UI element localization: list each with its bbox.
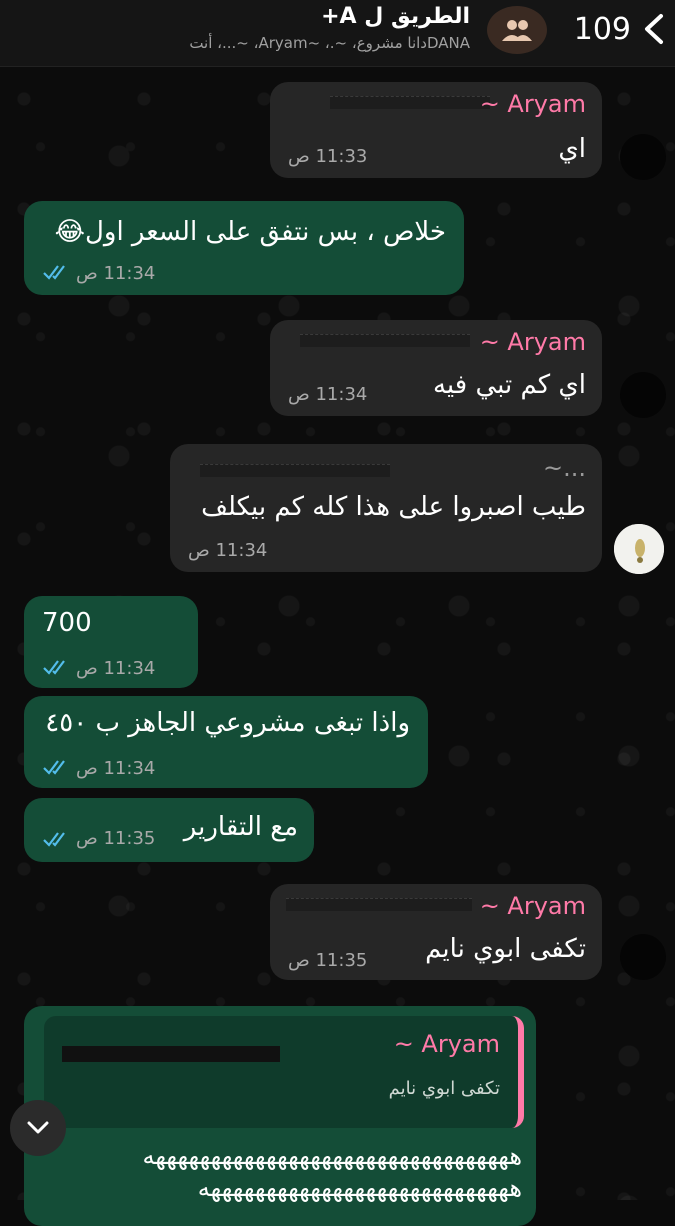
message-bubble[interactable]: خلاص ، بس نتفق على السعر اول😂 11:34 ص bbox=[24, 201, 464, 295]
redacted-phone bbox=[300, 334, 470, 347]
message-text: 700 bbox=[42, 608, 92, 638]
redacted-phone bbox=[62, 1046, 280, 1062]
avatar-photo bbox=[614, 524, 664, 574]
message-time: 11:33 ص bbox=[288, 146, 368, 167]
double-check-icon bbox=[43, 832, 65, 847]
quoted-message[interactable]: ~ Aryam تكفى ابوي نايم bbox=[44, 1016, 524, 1128]
message-time: 11:34 ص bbox=[76, 263, 156, 284]
scroll-to-bottom-button[interactable] bbox=[10, 1100, 66, 1156]
message-bubble[interactable]: ~ Aryam تكفى ابوي نايم 11:35 ص bbox=[270, 884, 602, 980]
double-check-icon bbox=[43, 265, 65, 280]
message-text: واذا تبغى مشروعي الجاهز ب ٤٥٠ bbox=[45, 708, 410, 738]
message-sender: ~ Aryam bbox=[479, 328, 586, 356]
redacted-phone bbox=[330, 96, 490, 109]
message-text: تكفى ابوي نايم bbox=[425, 934, 586, 964]
group-avatar[interactable] bbox=[487, 6, 547, 54]
message-text: هههههههههههههههههههههههههههههههههه bbox=[142, 1142, 522, 1170]
message-bubble[interactable]: مع التقارير 11:35 ص bbox=[24, 798, 314, 862]
chevron-left-icon bbox=[645, 14, 663, 44]
chevron-down-icon bbox=[27, 1121, 49, 1134]
back-button[interactable]: 109 bbox=[574, 4, 667, 54]
message-bubble[interactable]: 700 11:34 ص bbox=[24, 596, 198, 688]
message-text: اي كم تبي فيه bbox=[432, 370, 586, 400]
avatar[interactable] bbox=[614, 524, 664, 574]
message-sender: ~... bbox=[543, 454, 586, 482]
double-check-icon bbox=[43, 660, 65, 675]
chat-header: 109 الطريق ل A+ DANAدانا مشروع، ~.، ~Ary… bbox=[0, 0, 675, 67]
quoted-sender: ~ Aryam bbox=[393, 1030, 500, 1058]
chat-title[interactable]: الطريق ل A+ bbox=[321, 4, 470, 29]
avatar[interactable] bbox=[620, 372, 666, 418]
group-icon bbox=[502, 20, 532, 41]
message-time: 11:35 ص bbox=[76, 828, 156, 849]
message-bubble[interactable]: ~... طيب اصبروا على هذا كله كم بيكلف 11:… bbox=[170, 444, 602, 572]
chat-participants[interactable]: DANAدانا مشروع، ~.، ~Aryam، ~...، أنت bbox=[189, 34, 470, 52]
avatar[interactable] bbox=[620, 934, 666, 980]
double-check-icon bbox=[43, 760, 65, 775]
reply-message-bubble[interactable]: ~ Aryam تكفى ابوي نايم ههههههههههههههههه… bbox=[24, 1006, 536, 1226]
message-time: 11:34 ص bbox=[188, 540, 268, 561]
quoted-text: تكفى ابوي نايم bbox=[388, 1078, 500, 1099]
message-text: مع التقارير bbox=[183, 812, 298, 842]
message-bubble[interactable]: ~ Aryam اي كم تبي فيه 11:34 ص bbox=[270, 320, 602, 416]
message-text: اي bbox=[558, 134, 586, 164]
redacted-phone bbox=[200, 464, 390, 477]
message-time: 11:34 ص bbox=[76, 758, 156, 779]
message-sender: ~ Aryam bbox=[479, 892, 586, 920]
message-text: خلاص ، بس نتفق على السعر اول😂 bbox=[54, 217, 446, 247]
unread-count: 109 bbox=[573, 11, 631, 47]
message-time: 11:34 ص bbox=[288, 384, 368, 405]
message-sender: ~ Aryam bbox=[479, 90, 586, 118]
message-time: 11:35 ص bbox=[288, 950, 368, 971]
message-bubble[interactable]: واذا تبغى مشروعي الجاهز ب ٤٥٠ 11:34 ص bbox=[24, 696, 428, 788]
laughing-emoji: 😂 bbox=[54, 217, 85, 247]
message-text: طيب اصبروا على هذا كله كم بيكلف bbox=[201, 492, 586, 522]
redacted-phone bbox=[286, 898, 472, 911]
avatar[interactable] bbox=[620, 134, 666, 180]
message-time: 11:34 ص bbox=[76, 658, 156, 679]
message-bubble[interactable]: ~ Aryam اي 11:33 ص bbox=[270, 82, 602, 178]
message-text-continued: ههههههههههههههههههههههههههههه bbox=[197, 1174, 522, 1202]
